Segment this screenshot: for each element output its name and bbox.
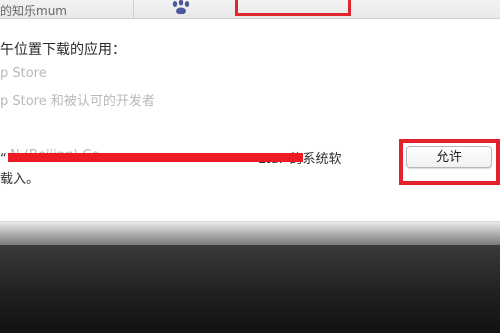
- top-partial-text: 的知乐mum: [0, 4, 67, 18]
- paw-icon: [172, 0, 190, 14]
- option-app-store-identified[interactable]: p Store 和被认可的开发者: [0, 90, 155, 109]
- top-strip: 的知乐mum: [0, 0, 500, 19]
- allow-button[interactable]: 允许: [406, 146, 492, 168]
- redaction-bar: [8, 153, 303, 162]
- section-heading: 午位置下载的应用：: [0, 42, 126, 58]
- dark-footer-area: [0, 245, 500, 333]
- bottom-fade: [0, 222, 500, 245]
- blocked-message-line2: 载入。: [0, 172, 40, 187]
- top-divider: [133, 0, 134, 18]
- option-app-store[interactable]: p Store: [0, 66, 47, 81]
- top-highlight-box: [235, 0, 351, 16]
